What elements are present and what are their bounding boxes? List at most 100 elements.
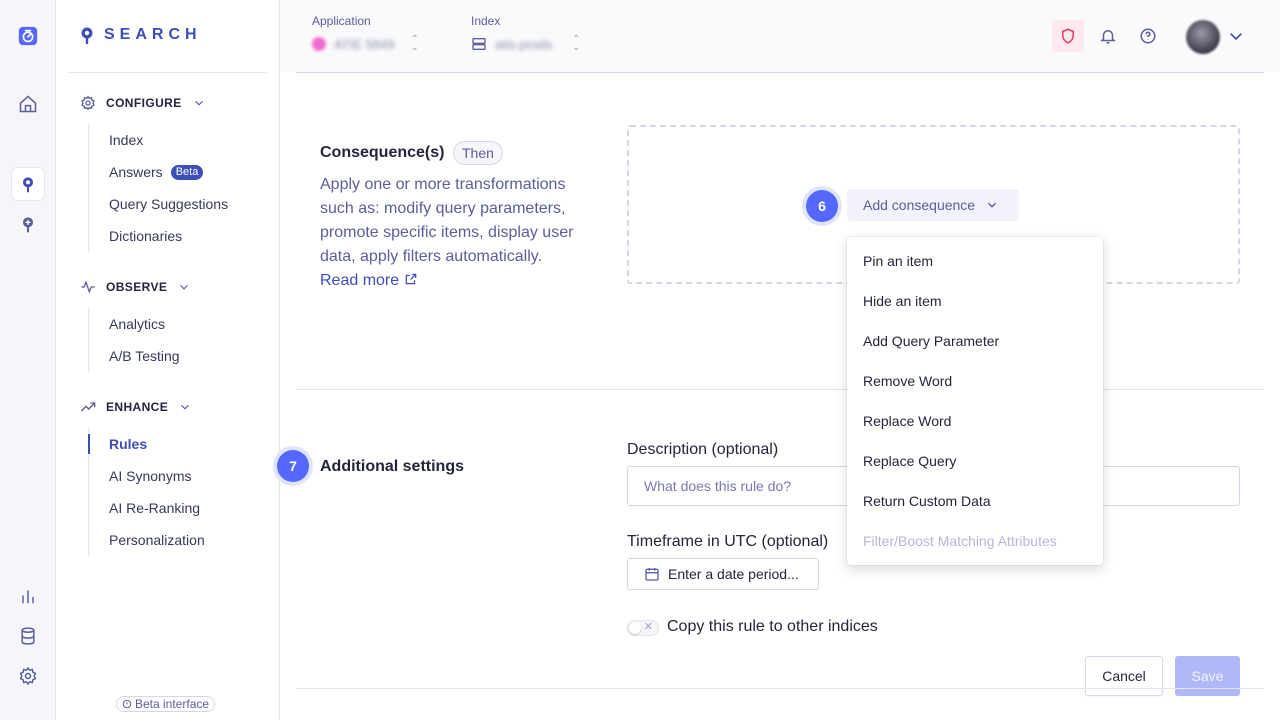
menu-item-return-custom-data[interactable]: Return Custom Data [847, 481, 1103, 521]
toggle-knob [629, 622, 641, 634]
menu-item-filter-boost: Filter/Boost Matching Attributes [863, 533, 1057, 549]
menu-item-replace-query[interactable]: Replace Query [847, 441, 1103, 481]
sidebar-item-label: Personalization [109, 532, 205, 548]
divider [68, 72, 267, 73]
sidebar-item-label: Rules [109, 436, 148, 452]
consequence-description: Apply one or more transformations such a… [320, 173, 582, 293]
help-icon[interactable] [1132, 20, 1164, 52]
menu-item-replace-word[interactable]: Replace Word [847, 401, 1103, 441]
consequence-description-text: Apply one or more transformations such a… [320, 176, 574, 265]
read-more-link[interactable]: Read more [320, 272, 418, 289]
server-icon [472, 38, 486, 50]
beta-interface-toggle[interactable]: Beta interface [116, 696, 216, 712]
divider [296, 72, 1264, 73]
sidebar-item-index[interactable]: Index [89, 124, 268, 156]
sidebar-item-label: AI Synonyms [109, 468, 192, 484]
application-label: Application [312, 14, 371, 28]
section-title: OBSERVE [106, 280, 168, 294]
sidebar-item-label: Analytics [109, 316, 166, 332]
read-more-label: Read more [320, 272, 400, 289]
sidebar-item-label: Query Suggestions [109, 196, 229, 212]
sidebar-item-label: Index [109, 132, 144, 148]
brand[interactable]: SEARCH [80, 26, 202, 44]
menu-item-pin[interactable]: Pin an item [847, 241, 1103, 281]
sidebar-item-ai-synonyms[interactable]: AI Synonyms [89, 460, 268, 492]
sidebar-item-ab-testing[interactable]: A/B Testing [89, 340, 268, 372]
sidebar: SEARCH CONFIGURE Index Answers Beta Query… [56, 0, 280, 720]
chevron-down-icon [988, 202, 997, 208]
sidebar-item-dictionaries[interactable]: Dictionaries [89, 220, 268, 252]
step-badge: 6 [806, 190, 838, 222]
topbar [280, 0, 1280, 72]
enhance-list: Rules AI Synonyms AI Re-Ranking Personal… [88, 428, 268, 556]
updown-chevron-icon: ⌃ ⌄ [410, 34, 419, 53]
sidebar-item-label: Answers [109, 164, 163, 180]
step-badge: 7 [277, 450, 309, 482]
search-logo-icon [81, 27, 93, 44]
chevron-down-icon[interactable] [1220, 20, 1252, 52]
index-selector[interactable]: Index atis-prods ⌃ ⌄ [471, 14, 581, 53]
application-selector[interactable]: Application ATIE 5849 ⌃ ⌄ [312, 14, 419, 53]
consequence-title: Consequence(s) [320, 144, 445, 161]
logo-icon[interactable] [12, 20, 44, 52]
brand-name: SEARCH [104, 26, 202, 43]
menu-item-add-query-parameter[interactable]: Add Query Parameter [847, 321, 1103, 361]
section-enhance[interactable]: ENHANCE [80, 399, 192, 415]
gear-icon[interactable] [12, 660, 44, 692]
add-consequence-label: Add consequence [863, 197, 976, 213]
shield-icon[interactable] [1052, 20, 1084, 52]
section-title: CONFIGURE [106, 96, 182, 110]
sidebar-item-analytics[interactable]: Analytics [89, 308, 268, 340]
database-icon[interactable] [12, 620, 44, 652]
menu-item-remove-word[interactable]: Remove Word [847, 361, 1103, 401]
info-icon [122, 699, 132, 709]
divider [296, 389, 1264, 390]
sidebar-item-answers[interactable]: Answers Beta [89, 156, 268, 188]
menu-item-hide[interactable]: Hide an item [847, 281, 1103, 321]
updown-chevron-icon: ⌃ ⌄ [572, 34, 581, 53]
trend-up-icon [80, 402, 96, 412]
beta-interface-label: Beta interface [135, 697, 210, 711]
save-button[interactable]: Save [1175, 656, 1240, 696]
gear-icon [81, 95, 95, 111]
bell-icon[interactable] [1092, 20, 1124, 52]
configure-list: Index Answers Beta Query Suggestions Dict… [88, 124, 268, 252]
calendar-icon [645, 568, 659, 581]
description-label: Description (optional) [627, 441, 779, 458]
cancel-button[interactable]: Cancel [1085, 656, 1163, 696]
pulse-icon [81, 280, 95, 294]
icon-rail [0, 0, 56, 720]
sidebar-item-rules[interactable]: Rules [88, 428, 268, 460]
date-period-button[interactable]: Enter a date period... [627, 558, 819, 590]
index-value: atis-prods [495, 36, 553, 52]
consequence-menu: Pin an item Hide an item Add Query Param… [847, 237, 1103, 565]
app-avatar [312, 37, 326, 51]
timeframe-label: Timeframe in UTC (optional) [627, 533, 829, 550]
observe-list: Analytics A/B Testing [88, 308, 268, 372]
additional-settings-title: Additional settings [320, 458, 464, 475]
section-configure[interactable]: CONFIGURE [80, 95, 206, 111]
home-icon[interactable] [12, 88, 44, 120]
external-link-icon [405, 273, 416, 285]
chevron-down-icon [194, 100, 203, 106]
chevron-down-icon [180, 284, 189, 290]
section-observe[interactable]: OBSERVE [80, 279, 191, 295]
chart-icon[interactable] [12, 580, 44, 612]
sidebar-item-label: AI Re-Ranking [109, 500, 201, 516]
section-title: ENHANCE [106, 400, 169, 414]
close-icon: ✕ [643, 621, 653, 633]
sidebar-item-personalization[interactable]: Personalization [89, 524, 268, 556]
copy-toggle[interactable]: ✕ [627, 620, 659, 636]
avatar[interactable] [1186, 20, 1220, 54]
sidebar-item-ai-reranking[interactable]: AI Re-Ranking [89, 492, 268, 524]
copy-label: Copy this rule to other indices [667, 618, 878, 635]
search-product-icon[interactable] [12, 168, 44, 200]
bulb-icon[interactable] [12, 208, 44, 240]
then-tag: Then [453, 141, 503, 165]
sidebar-item-label: Dictionaries [109, 228, 183, 244]
add-consequence-button[interactable]: Add consequence [847, 189, 1019, 221]
application-value: ATIE 5849 [334, 36, 395, 52]
sidebar-item-label: A/B Testing [109, 348, 180, 364]
divider [296, 688, 1264, 689]
sidebar-item-query-suggestions[interactable]: Query Suggestions [89, 188, 268, 220]
